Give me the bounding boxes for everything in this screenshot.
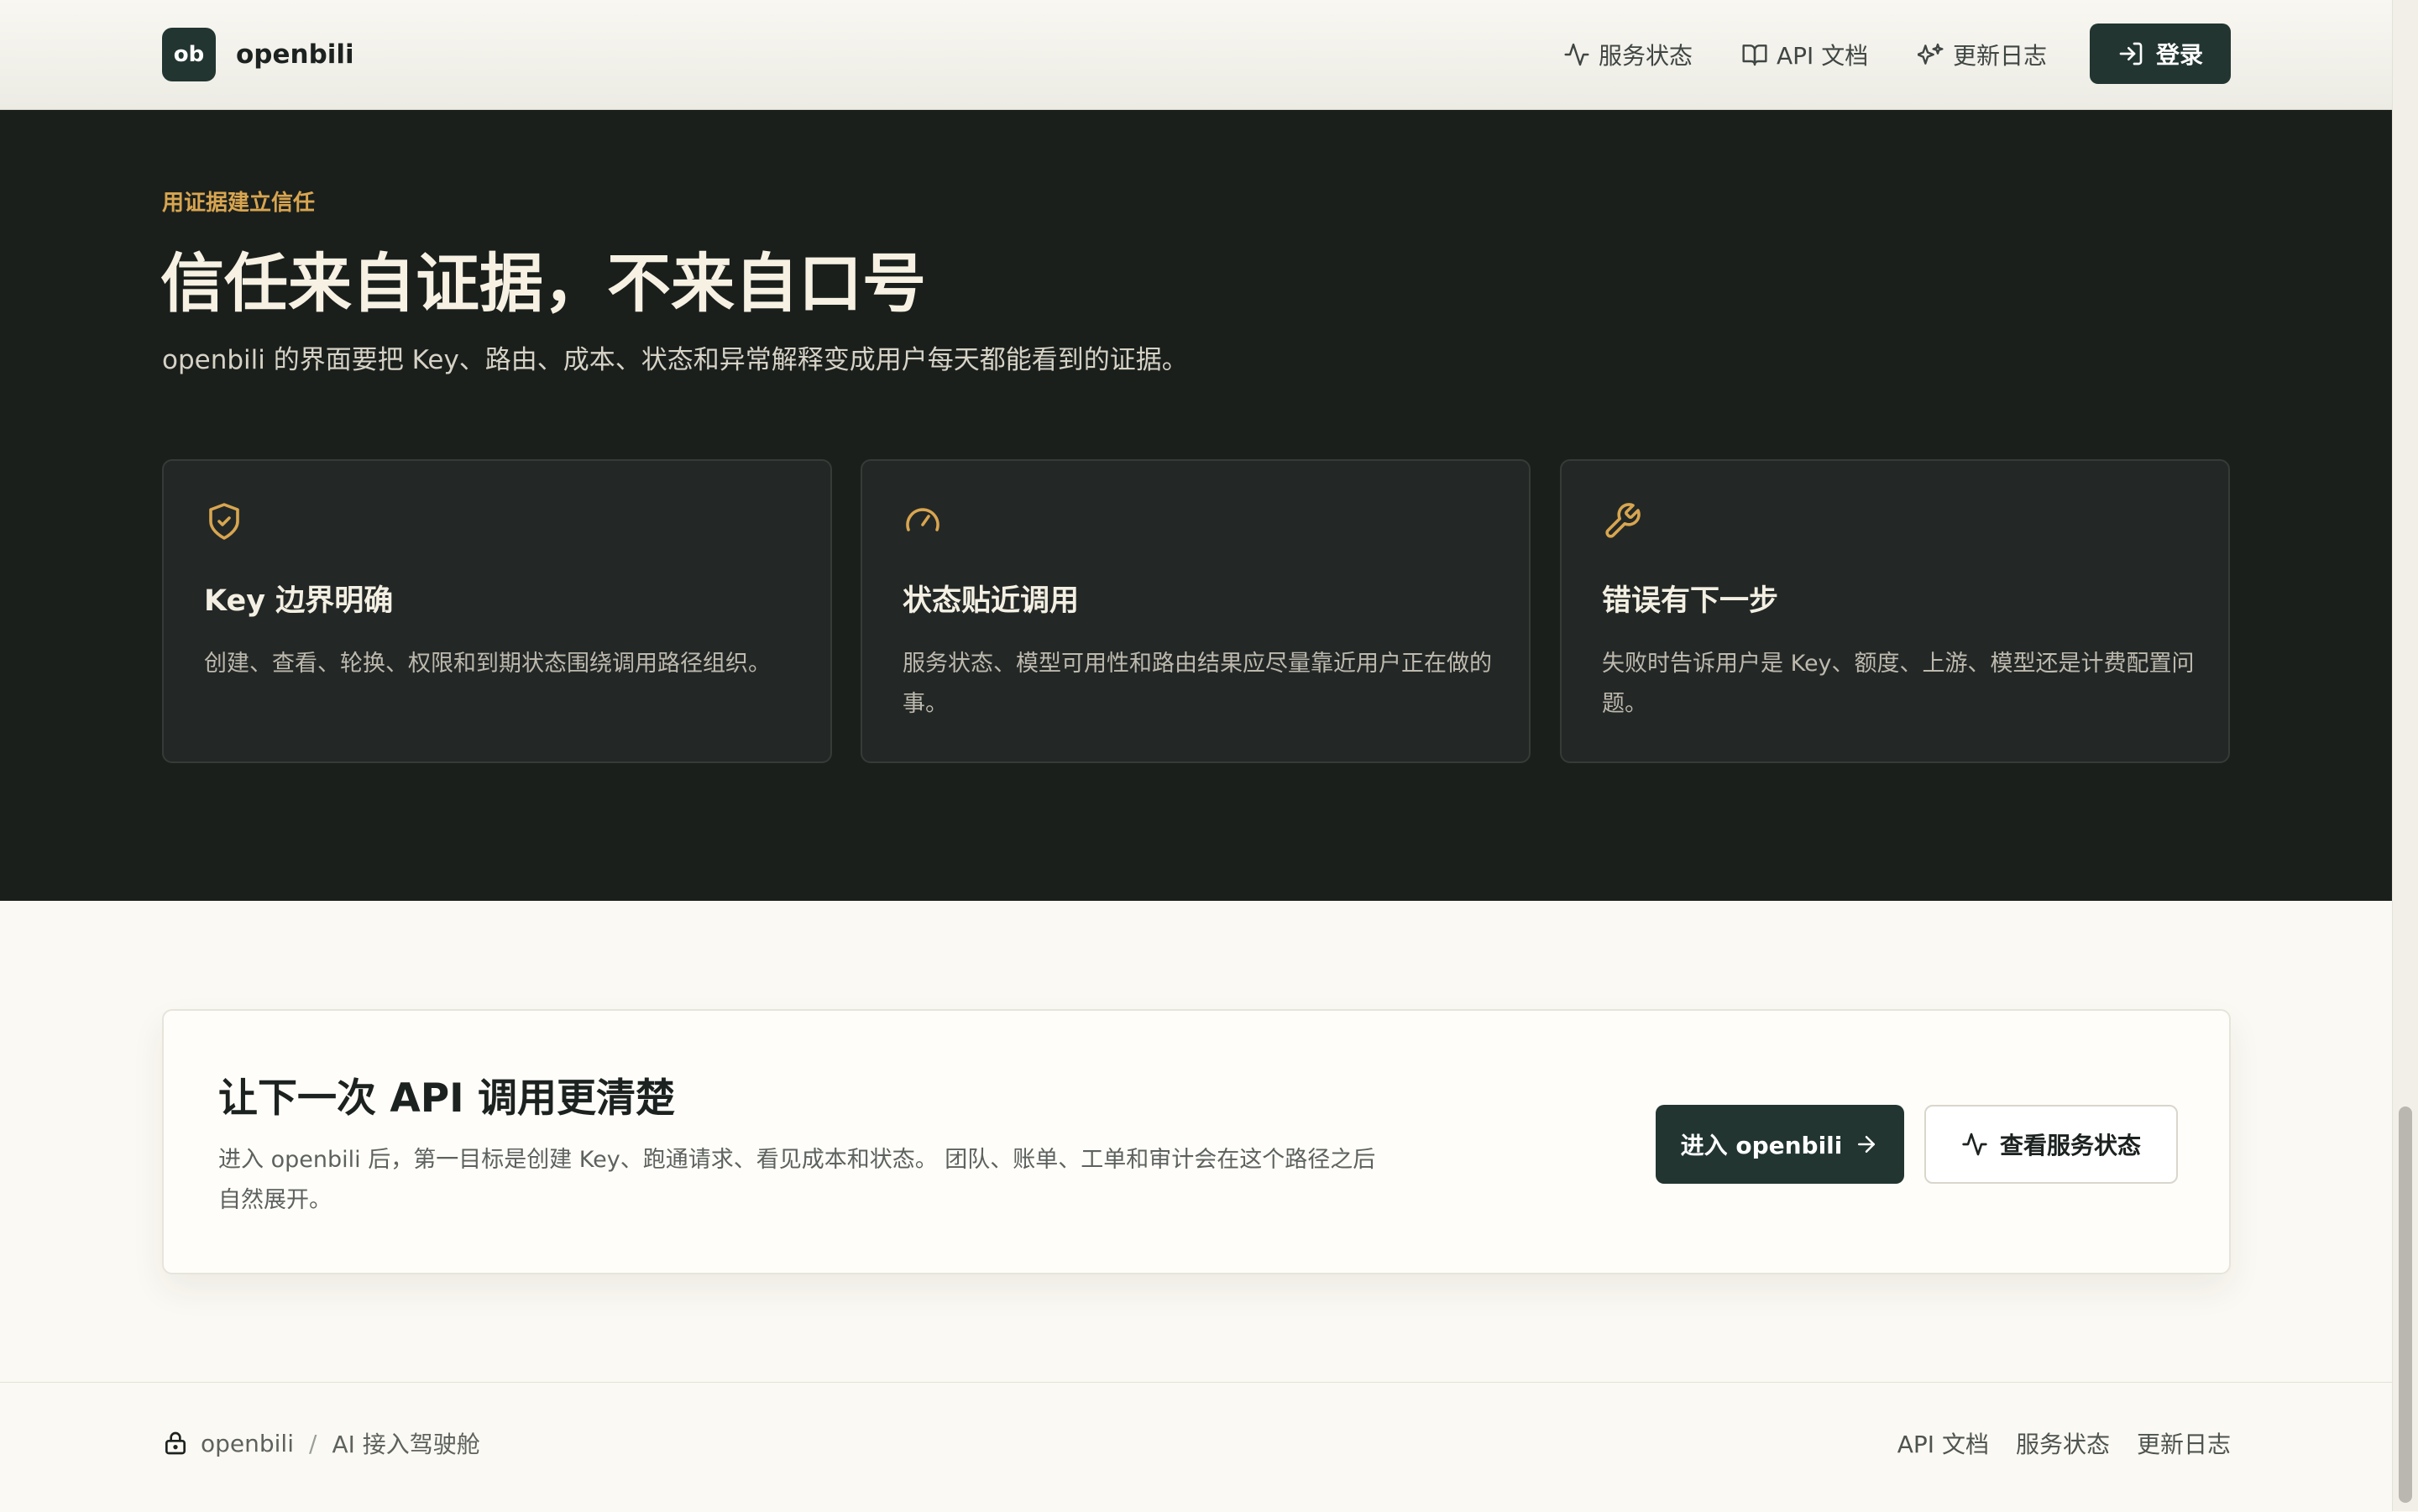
view-service-status-button[interactable]: 查看服务状态 [1924,1105,2178,1184]
nav-service-status-label: 服务状态 [1599,42,1693,70]
feature-card-status: 状态贴近调用 服务状态、模型可用性和路由结果应尽量靠近用户正在做的事。 [861,459,1531,763]
feature-card-title: 状态贴近调用 [903,584,1080,618]
feature-card-errors: 错误有下一步 失败时告诉用户是 Key、额度、上游、模型还是计费配置问题。 [1560,459,2230,763]
cta-panel: 让下一次 API 调用更清楚 进入 openbili 后，第一目标是创建 Key… [162,1009,2231,1274]
footer-brand: openbili / AI 接入驾驶舱 [162,1426,480,1460]
sparkles-icon [1918,43,1944,65]
feature-card-title: 错误有下一步 [1602,584,1779,618]
footer-brand-name: openbili [201,1429,294,1457]
top-nav: ob openbili 服务状态 API 文档 更新日志 登录 [0,0,2393,110]
cta-description: 进入 openbili 后，第一目标是创建 Key、跑通请求、看见成本和状态。 … [218,1147,1376,1213]
nav-api-docs[interactable]: API 文档 [1741,34,1868,76]
wrench-icon [1605,503,1641,538]
section-subtitle: openbili 的界面要把 Key、路由、成本、状态和异常解释变成用户每天都能… [162,345,1188,375]
book-open-icon [1742,44,1767,66]
footer-link-changelog[interactable]: 更新日志 [2137,1426,2231,1460]
section-eyebrow: 用证据建立信任 [162,191,316,216]
view-service-status-label: 查看服务状态 [1999,1132,2141,1159]
feature-card-title: Key 边界明确 [204,584,394,618]
lock-icon [165,1431,186,1455]
page: ob openbili 服务状态 API 文档 更新日志 登录 用证据建立信任 … [0,0,2393,1512]
logo-badge[interactable]: ob [162,28,216,81]
brand-name[interactable]: openbili [236,34,354,76]
gauge-icon [906,508,939,531]
footer-link-api-docs[interactable]: API 文档 [1897,1426,1989,1460]
shield-check-icon [209,503,239,540]
footer-tagline: AI 接入驾驶舱 [332,1431,480,1458]
scrollbar-thumb[interactable] [2399,1107,2412,1503]
activity-icon [1962,1133,1987,1156]
nav-service-status[interactable]: 服务状态 [1563,34,1693,76]
footer-links: API 文档 服务状态 更新日志 [1897,1426,2231,1460]
login-button-label: 登录 [2155,41,2203,69]
trust-section: 用证据建立信任 信任来自证据，不来自口号 openbili 的界面要把 Key、… [0,110,2393,901]
footer: openbili / AI 接入驾驶舱 API 文档 服务状态 更新日志 [0,1382,2393,1512]
cta-title: 让下一次 API 调用更清楚 [218,1075,676,1122]
enter-openbili-label: 进入 openbili [1680,1132,1843,1159]
page-scrollbar[interactable] [2392,0,2418,1511]
footer-link-service-status[interactable]: 服务状态 [2016,1426,2110,1460]
feature-card-key-boundary: Key 边界明确 创建、查看、轮换、权限和到期状态围绕调用路径组织。 [162,459,832,763]
log-in-icon [2119,42,2143,65]
footer-separator: / [309,1429,317,1457]
feature-card-text: 服务状态、模型可用性和路由结果应尽量靠近用户正在做的事。 [903,651,1492,717]
feature-card-text: 创建、查看、轮换、权限和到期状态围绕调用路径组织。 [204,651,771,677]
activity-icon [1564,43,1589,66]
login-button[interactable]: 登录 [2090,24,2231,84]
enter-openbili-button[interactable]: 进入 openbili [1656,1105,1904,1184]
nav-changelog[interactable]: 更新日志 [1918,34,2047,76]
section-title: 信任来自证据，不来自口号 [160,246,926,321]
nav-api-docs-label: API 文档 [1777,42,1869,70]
feature-card-text: 失败时告诉用户是 Key、额度、上游、模型还是计费配置问题。 [1602,651,2195,717]
arrow-right-icon [1858,1136,1876,1153]
nav-changelog-label: 更新日志 [1953,42,2048,70]
